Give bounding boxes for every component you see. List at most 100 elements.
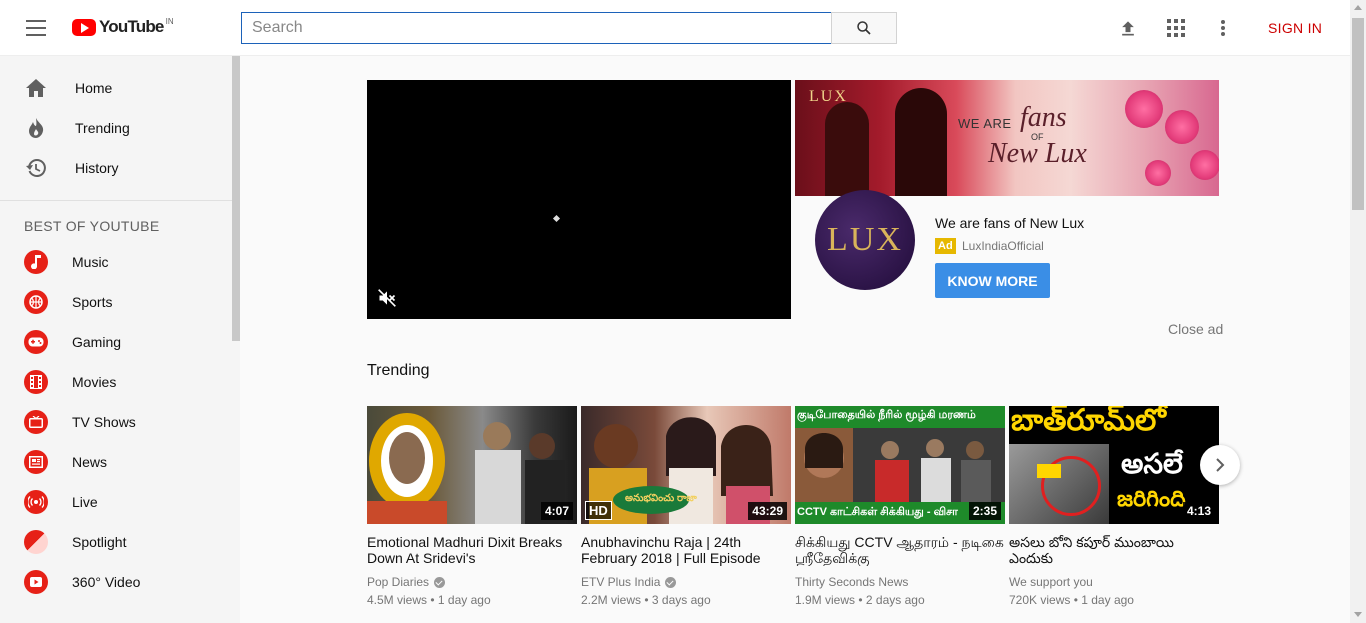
view-count: 720K views [1009,593,1071,607]
banner-figure [825,102,869,196]
video-thumbnail[interactable]: 4:07 [367,406,577,524]
video-title[interactable]: Anubhavinchu Raja | 24th February 2018 |… [581,534,791,566]
close-ad-button[interactable]: Close ad [1168,321,1223,337]
sign-in-button[interactable]: SIGN IN [1268,20,1322,36]
thumbnail-text: குடிபோதையில் நீரில் மூழ்கி மரணம் [797,409,976,421]
sidebar-item-label: Spotlight [72,534,127,550]
sidebar-item-news[interactable]: News [0,442,232,482]
sidebar-item-movies[interactable]: Movies [0,362,232,402]
loading-indicator [552,214,561,223]
thumbnail-text: అసలే [1121,448,1183,479]
more-options-icon[interactable] [1211,16,1235,40]
ad-video-player[interactable] [367,80,791,319]
news-icon [24,450,48,474]
ad-badge: Ad [935,238,956,254]
thumbnail-text: CCTV காட்சிகள் சிக்கியது - விசா [797,506,958,518]
sidebar-item-label: Gaming [72,334,122,350]
upload-age: 3 days ago [651,593,711,607]
page-scrollbar[interactable] [1350,0,1366,623]
sidebar-item-label: History [75,160,119,176]
advertiser-logo[interactable]: LUX [815,190,915,290]
video-title[interactable]: சிக்கியது CCTV ஆதாரம் - நடிகை ஸ்ரீதேவிக்… [795,534,1005,566]
ad-banner-image[interactable]: LUX WE ARE fans OF New Lux [795,80,1219,196]
video-duration: 2:35 [968,502,1001,520]
video-card[interactable]: 4:07 Emotional Madhuri Dixit Breaks Down… [367,406,577,607]
sidebar-divider [0,200,232,201]
masthead: YouTube IN SIGN IN [0,0,1350,56]
sidebar-scrollbar[interactable] [232,56,240,341]
upload-age: 2 days ago [865,593,925,607]
sidebar-item-label: Trending [75,120,130,136]
sidebar: Home Trending History BEST OF YOUTUBE Mu… [0,56,240,623]
chevron-right-icon [1216,458,1225,472]
logo-country-code: IN [165,16,174,26]
banner-rose [1145,160,1171,186]
upload-age: 1 day ago [437,593,491,607]
banner-figure [895,88,947,196]
sidebar-item-history[interactable]: History [0,148,232,188]
sidebar-item-label: TV Shows [72,414,136,430]
video-title[interactable]: అసలు బోని కపూర్ ముంబాయి ఎందుకు [1009,534,1219,566]
search-button[interactable] [831,12,897,44]
sidebar-item-label: Sports [72,294,113,310]
page-scrollbar-thumb[interactable] [1352,18,1364,210]
banner-text: New Lux [988,138,1087,169]
know-more-button[interactable]: KNOW MORE [935,263,1050,298]
shelf-next-button[interactable] [1200,445,1240,485]
flame-icon [24,116,48,140]
tv-icon [24,410,48,434]
banner-rose [1125,90,1163,128]
sidebar-item-live[interactable]: Live [0,482,232,522]
shelf-title[interactable]: Trending [367,362,430,380]
search-icon [857,21,871,35]
video-thumbnail[interactable]: குடிபோதையில் நீரில் மூழ்கி மரணம் CCTV கா… [795,406,1005,524]
video-thumbnail[interactable]: అనుభవించు రాజా HD 43:29 [581,406,791,524]
banner-text: fans [1020,102,1067,133]
sidebar-item-home[interactable]: Home [0,68,232,108]
scroll-up-arrow[interactable] [1354,5,1362,10]
banner-text: WE ARE [958,116,1012,131]
verified-icon [665,576,677,588]
ad-title[interactable]: We are fans of New Lux [935,215,1084,231]
video-duration: 4:13 [1182,502,1215,520]
channel-name[interactable]: We support you [1009,575,1093,589]
video-card[interactable]: குடிபோதையில் நீரில் மூழ்கி மரணம் CCTV கா… [795,406,1005,607]
movies-icon [24,370,48,394]
scroll-down-arrow[interactable] [1354,612,1362,617]
sidebar-item-label: 360° Video [72,574,141,590]
logo-text: YouTube [99,17,164,36]
menu-icon[interactable] [26,20,46,36]
sidebar-item-360-video[interactable]: 360° Video [0,562,232,602]
thumbnail-logo-text: అనుభవించు రాజా [625,493,697,504]
channel-name[interactable]: ETV Plus India [581,575,660,589]
muted-icon[interactable] [377,288,397,313]
thumbnail-text: బాత్‌రూమ్‌లో [1011,406,1166,437]
sidebar-item-sports[interactable]: Sports [0,282,232,322]
sidebar-item-spotlight[interactable]: Spotlight [0,522,232,562]
history-icon [24,156,48,180]
banner-lux-logo: LUX [809,88,848,105]
video-duration: 4:07 [540,502,573,520]
sidebar-item-label: Live [72,494,98,510]
home-icon [24,76,48,100]
sidebar-item-music[interactable]: Music [0,242,232,282]
sidebar-item-trending[interactable]: Trending [0,108,232,148]
section-title: BEST OF YOUTUBE [24,218,160,234]
sidebar-item-label: News [72,454,108,470]
thumbnail-arrow [1037,464,1061,478]
sidebar-item-label: Home [75,80,113,96]
search-input[interactable] [241,12,832,44]
video-title[interactable]: Emotional Madhuri Dixit Breaks Down At S… [367,534,577,566]
sidebar-item-gaming[interactable]: Gaming [0,322,232,362]
video-card[interactable]: బాత్‌రూమ్‌లో అసలే జరిగింది 4:13 అసలు బోన… [1009,406,1219,607]
ad-channel-name[interactable]: LuxIndiaOfficial [962,239,1044,253]
channel-name[interactable]: Pop Diaries [367,575,429,589]
sidebar-item-tv-shows[interactable]: TV Shows [0,402,232,442]
apps-grid-icon[interactable] [1164,16,1188,40]
video-thumbnail[interactable]: బాత్‌రూమ్‌లో అసలే జరిగింది 4:13 [1009,406,1219,524]
video-card[interactable]: అనుభవించు రాజా HD 43:29 Anubhavinchu Raj… [581,406,791,607]
upload-icon[interactable] [1116,16,1140,40]
channel-name[interactable]: Thirty Seconds News [795,575,908,589]
youtube-logo[interactable]: YouTube IN [72,17,174,37]
gaming-icon [24,330,48,354]
